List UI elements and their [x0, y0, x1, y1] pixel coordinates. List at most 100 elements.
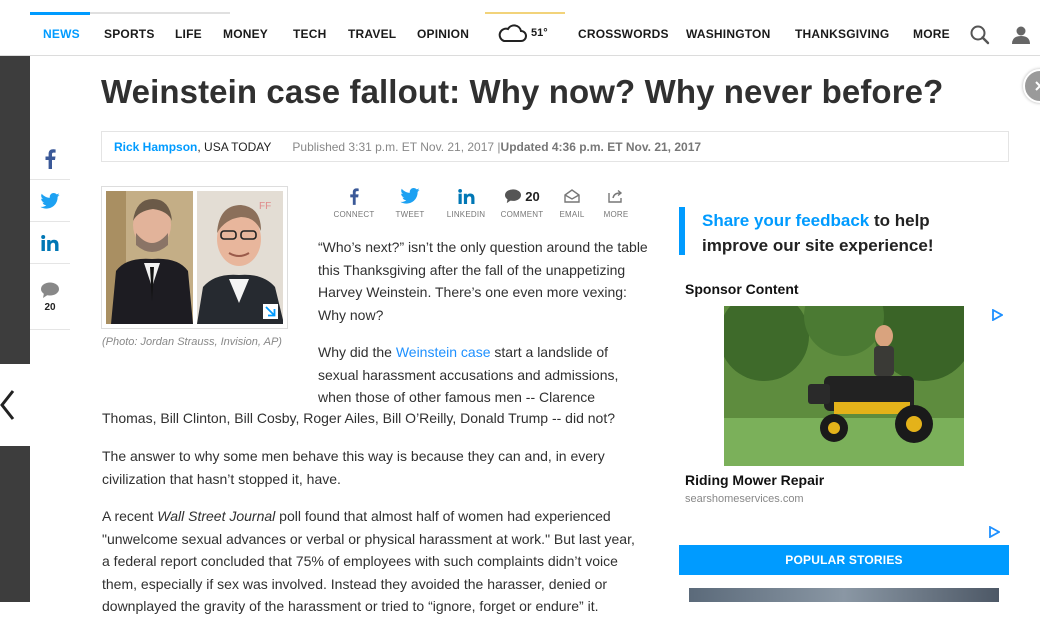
- nav-thanksgiving[interactable]: THANKSGIVING: [795, 27, 889, 41]
- ad-title[interactable]: Riding Mower Repair: [685, 472, 824, 488]
- share-more-label: MORE: [603, 210, 629, 219]
- expand-arrow-icon: [265, 306, 276, 317]
- feedback-rest: to help: [869, 211, 930, 230]
- rail-comments-button[interactable]: 20: [30, 264, 70, 330]
- p1-line: this Thanksgiving after the fall of the …: [318, 261, 626, 278]
- nav-news[interactable]: NEWS: [43, 27, 80, 41]
- left-edge-panel: [0, 56, 30, 602]
- previous-article-button[interactable]: [0, 364, 30, 446]
- feedback-accent-bar: [679, 207, 685, 255]
- nav-sports[interactable]: SPORTS: [104, 27, 155, 41]
- feedback-line2: improve our site experience!: [702, 236, 934, 255]
- photo-left-portrait: [106, 191, 193, 324]
- rail-linkedin-button[interactable]: [30, 222, 70, 264]
- social-rail: 20: [30, 138, 70, 330]
- p1-line: Harvey Weinstein. There’s one even more …: [318, 284, 627, 300]
- share-facebook-button[interactable]: CONNECT: [326, 186, 382, 219]
- email-icon: [564, 189, 580, 203]
- top-navigation: NEWS SPORTS LIFE MONEY TECH TRAVEL OPINI…: [0, 0, 1040, 56]
- ad-domain[interactable]: searshomeservices.com: [685, 493, 804, 505]
- facebook-icon: [350, 187, 359, 205]
- share-comment-label: COMMENT: [500, 210, 544, 219]
- weather-widget[interactable]: 51°: [497, 22, 548, 44]
- rail-twitter-button[interactable]: [30, 180, 70, 222]
- twitter-icon: [40, 192, 60, 209]
- comment-icon: [41, 282, 59, 298]
- cloud-icon: [498, 24, 527, 42]
- chevron-left-icon: [0, 390, 15, 420]
- p2-pre: Why did the: [318, 344, 396, 360]
- sponsored-ad[interactable]: [685, 306, 1005, 466]
- close-icon: [1035, 81, 1040, 91]
- comment-icon: [505, 189, 522, 204]
- wsj-title: Wall Street Journal: [157, 508, 276, 524]
- nav-washington[interactable]: WASHINGTON: [686, 27, 770, 41]
- p2-line: sexual harassment accusations and admiss…: [318, 366, 619, 383]
- paragraph-2: Why did the Weinstein case start a lands…: [318, 341, 668, 409]
- paragraph-3: The answer to why some men behave this w…: [102, 445, 672, 490]
- published-date: Published 3:31 p.m. ET Nov. 21, 2017 |: [292, 139, 501, 154]
- share-twitter-button[interactable]: TWEET: [382, 186, 438, 219]
- svg-text:FF: FF: [259, 201, 271, 212]
- paragraph-2-continued: Thomas, Bill Clinton, Bill Cosby, Roger …: [102, 410, 616, 426]
- p1-line: Why now?: [318, 306, 384, 323]
- share-more-button[interactable]: MORE: [594, 186, 638, 219]
- p4-line: downplayed the gravity of the harassment…: [102, 598, 599, 614]
- author-link[interactable]: Rick Hampson: [114, 140, 197, 154]
- ad-image-mower: [724, 306, 964, 466]
- p4-post: poll found that almost half of women had…: [275, 508, 611, 524]
- share-email-button[interactable]: EMAIL: [550, 186, 594, 219]
- nav-crosswords[interactable]: CROSSWORDS: [578, 27, 669, 41]
- linkedin-icon: [457, 188, 474, 204]
- share-linkedin-button[interactable]: LINKEDIN: [438, 186, 494, 219]
- p2-line: Why did the Weinstein case start a lands…: [318, 341, 668, 364]
- rail-comment-count: 20: [44, 301, 56, 313]
- updated-date: Updated 4:36 p.m. ET Nov. 21, 2017: [500, 139, 702, 154]
- byline-org: , USA TODAY: [197, 139, 272, 154]
- share-facebook-label: CONNECT: [333, 210, 375, 219]
- feedback-link[interactable]: Share your feedback: [702, 211, 869, 230]
- photo-caption: (Photo: Jordan Strauss, Invision, AP): [102, 336, 282, 348]
- nav-tech[interactable]: TECH: [293, 27, 326, 41]
- nav-color-strip: [90, 12, 230, 14]
- weather-color-strip: [485, 12, 565, 14]
- article-headline: Weinstein case fallout: Why now? Why nev…: [101, 73, 944, 110]
- share-comment-button[interactable]: 20 COMMENT: [494, 186, 550, 220]
- byline-bar: Rick Hampson , USA TODAY Published 3:31 …: [101, 131, 1009, 162]
- adchoices-icon[interactable]: [991, 308, 1004, 322]
- photo-right-portrait: FF: [196, 191, 283, 324]
- nav-active-indicator: [30, 12, 90, 15]
- feedback-promo[interactable]: Share your feedback to help improve our …: [679, 186, 1009, 276]
- article-photo[interactable]: FF: [101, 186, 288, 329]
- share-bar: CONNECT TWEET LINKEDIN 20 COMMENT EMAIL …: [326, 186, 638, 219]
- nav-money[interactable]: MONEY: [223, 27, 268, 41]
- user-icon[interactable]: [1010, 24, 1032, 46]
- p2-post: start a landslide of: [490, 344, 609, 360]
- nav-opinion[interactable]: OPINION: [417, 27, 469, 41]
- paragraph-1: “Who’s next?” isn’t the only question ar…: [318, 236, 668, 326]
- share-email-label: EMAIL: [559, 210, 585, 219]
- p3-line: The answer to why some men behave this w…: [102, 448, 605, 464]
- close-button[interactable]: [1023, 69, 1040, 103]
- p4-line: a federal report concluded that 75% of e…: [102, 553, 618, 569]
- p3-line: civilization that hasn’t stopped it, hav…: [102, 470, 341, 487]
- twitter-icon: [400, 188, 420, 204]
- share-icon: [608, 189, 623, 203]
- linkedin-icon: [41, 234, 59, 251]
- nav-life[interactable]: LIFE: [175, 27, 202, 41]
- share-comment-count: 20: [525, 188, 540, 204]
- weinstein-case-link[interactable]: Weinstein case: [396, 344, 491, 360]
- p4-line: A recent Wall Street Journal poll found …: [102, 505, 672, 528]
- p4-line: them, especially if sex was involved. In…: [102, 575, 608, 592]
- share-linkedin-label: LINKEDIN: [446, 210, 486, 219]
- paragraph-4: A recent Wall Street Journal poll found …: [102, 505, 672, 618]
- search-icon[interactable]: [969, 24, 991, 46]
- rail-facebook-button[interactable]: [30, 138, 70, 180]
- popular-story-thumbnail[interactable]: [689, 588, 999, 602]
- nav-more[interactable]: MORE: [913, 27, 950, 41]
- popular-stories-header: POPULAR STORIES: [679, 545, 1009, 575]
- nav-travel[interactable]: TRAVEL: [348, 27, 396, 41]
- facebook-icon: [45, 148, 56, 169]
- expand-photo-button[interactable]: [263, 304, 278, 319]
- adchoices-icon[interactable]: [988, 525, 1001, 539]
